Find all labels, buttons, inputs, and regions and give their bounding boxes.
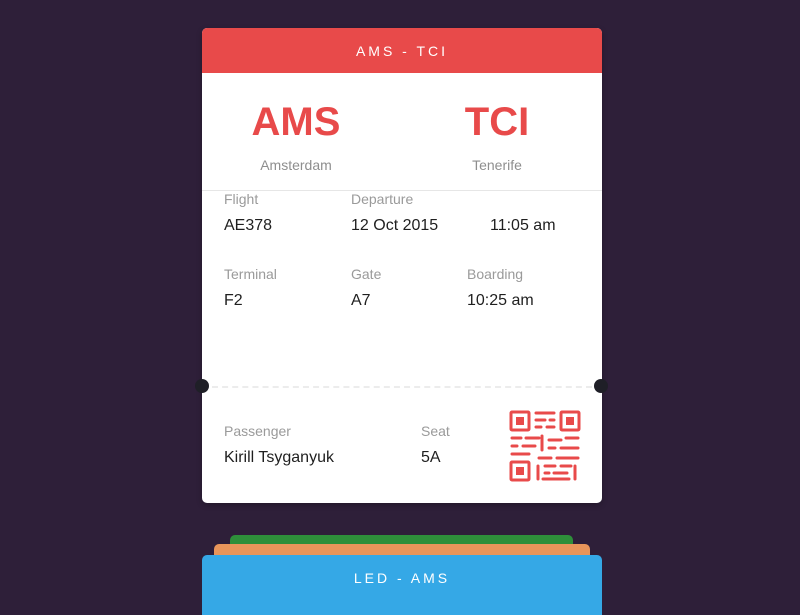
- origin: AMS Amsterdam: [206, 99, 386, 173]
- passenger-name: Kirill Tsyganyuk: [224, 449, 334, 466]
- ticket-notch-right: [594, 379, 608, 393]
- flight-label: Flight: [224, 191, 259, 207]
- boarding-label: Boarding: [467, 266, 524, 282]
- stacked-ticket-blue[interactable]: LED - AMS: [202, 555, 602, 615]
- ticket-route-title: AMS - TCI: [355, 42, 449, 59]
- flight-details: Flight AE378 Departure 12 Oct 2015 11:05…: [202, 191, 602, 411]
- seat-label: Seat: [421, 423, 450, 439]
- passenger-section: Passenger Kirill Tsyganyuk Seat 5A: [202, 408, 602, 503]
- boarding-pass-card[interactable]: AMS - TCI AMS Amsterdam TCI Tenerife Fli…: [202, 28, 602, 503]
- ticket-notch-left: [195, 379, 209, 393]
- origin-code: AMS: [251, 100, 341, 144]
- destination-code: TCI: [464, 100, 530, 144]
- gate-label: Gate: [351, 266, 382, 282]
- perforation-line: [212, 386, 592, 388]
- departure-label: Departure: [351, 191, 414, 207]
- route-section: AMS Amsterdam TCI Tenerife: [202, 73, 602, 191]
- terminal-value: F2: [224, 292, 243, 309]
- ticket-header: AMS - TCI: [202, 28, 602, 73]
- boarding-value: 10:25 am: [467, 292, 534, 309]
- passenger-label: Passenger: [224, 423, 291, 439]
- destination: TCI Tenerife: [407, 99, 587, 173]
- destination-city: Tenerife: [472, 157, 522, 173]
- seat-value: 5A: [421, 449, 441, 466]
- app-background: { "ticket": { "header": "AMS - TCI", "fr…: [0, 0, 800, 615]
- departure-date: 12 Oct 2015: [351, 217, 439, 234]
- flight-value: AE378: [224, 217, 273, 234]
- origin-city: Amsterdam: [260, 157, 332, 173]
- departure-time: 11:05 am: [490, 217, 556, 234]
- terminal-label: Terminal: [224, 266, 277, 282]
- stacked-ticket-route: LED - AMS: [353, 570, 451, 586]
- qr-code-icon[interactable]: [509, 410, 581, 482]
- gate-value: A7: [351, 292, 371, 309]
